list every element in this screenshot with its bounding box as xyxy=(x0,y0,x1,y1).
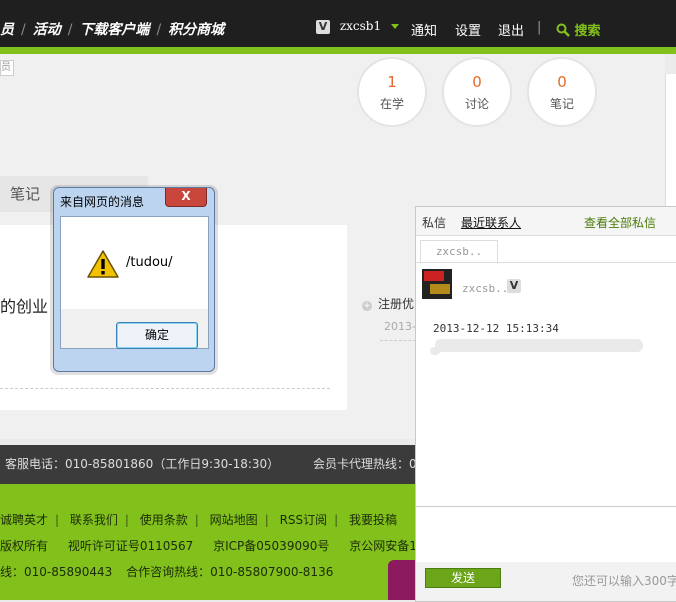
vip-badge-icon: V xyxy=(507,279,521,293)
divider xyxy=(416,262,676,263)
dialog-title: 来自网页的消息 xyxy=(60,195,145,209)
divider xyxy=(0,388,330,389)
footer-hotline-row: 线：010-85890443 合作咨询热线：010-85807900-8136 xyxy=(0,563,333,580)
stat-discussion[interactable]: 0 讨论 xyxy=(442,57,512,127)
main-nav: 员 / 活动 / 下载客户端 / 积分商城 xyxy=(0,19,224,39)
footer-link[interactable]: 网站地图 xyxy=(210,513,258,527)
footer: 诚聘英才 | 联系我们 | 使用条款 | 网站地图 | RSS订阅 | 我要投稿 版权所有… xyxy=(0,484,416,600)
pm-title: 私信 xyxy=(422,216,447,230)
dialog-message: /tudou/ xyxy=(126,255,173,270)
ok-button[interactable]: 确定 xyxy=(116,322,198,349)
warning-icon xyxy=(87,250,119,278)
plus-icon: + xyxy=(362,301,372,311)
send-button[interactable]: 发送 xyxy=(425,568,501,588)
register-date: 2013- xyxy=(384,320,416,333)
nav-separator: / xyxy=(67,22,73,38)
stat-notes[interactable]: 0 笔记 xyxy=(527,57,597,127)
stat-studying[interactable]: 1 在学 xyxy=(357,57,427,127)
service-bar: 客服电话：010-85801860（工作日9:30-18:30） 会员卡代理热线… xyxy=(0,445,416,484)
footer-text: 京ICP备05039090号 xyxy=(213,539,330,553)
nav-item-download-client[interactable]: 下载客户端 xyxy=(79,22,149,38)
stat-notes-value: 0 xyxy=(557,73,567,91)
footer-link[interactable]: 诚聘英才 xyxy=(0,513,48,527)
dialog-body: /tudou/ 确定 xyxy=(60,216,209,349)
top-nav-accent-stripe xyxy=(0,47,676,54)
nav-item-member[interactable]: 员 xyxy=(0,22,14,38)
close-button[interactable]: X xyxy=(165,188,207,207)
side-panel xyxy=(665,74,676,224)
register-item[interactable]: + 注册优 xyxy=(362,295,414,312)
pm-header: 私信 最近联系人 查看全部私信 xyxy=(416,207,676,236)
search-icon xyxy=(556,23,570,37)
settings-link[interactable]: 设置 xyxy=(455,20,481,39)
stat-notes-label: 笔记 xyxy=(549,97,574,111)
message-bubble xyxy=(435,339,643,352)
contact-name[interactable]: zxcsb.. xyxy=(462,282,508,295)
footer-links: 诚聘英才 | 联系我们 | 使用条款 | 网站地图 | RSS订阅 | 我要投稿 xyxy=(0,513,398,527)
contact-tab[interactable]: zxcsb.. xyxy=(420,240,498,264)
stat-discussion-value: 0 xyxy=(472,73,482,91)
nav-item-activity[interactable]: 活动 xyxy=(33,22,61,38)
nav-separator: / xyxy=(156,22,162,38)
vip-badge-icon: V xyxy=(316,19,330,34)
logout-link[interactable]: 退出 xyxy=(498,20,524,39)
divider xyxy=(380,340,416,341)
footer-link[interactable]: 使用条款 xyxy=(140,513,188,527)
char-count: 您还可以输入300字 xyxy=(572,574,676,588)
nav-item-points-mall[interactable]: 积分商城 xyxy=(168,22,224,38)
recent-contacts-link[interactable]: 最近联系人 xyxy=(461,214,521,231)
search-link[interactable]: 搜索 xyxy=(556,20,601,39)
message-input[interactable] xyxy=(416,506,676,562)
avatar[interactable] xyxy=(422,269,452,299)
pm-footer: 发送 您还可以输入300字 xyxy=(416,562,676,601)
nav-separator: / xyxy=(21,22,26,38)
footer-text: 京公网安备1101050 xyxy=(349,539,416,553)
private-message-panel: 私信 最近联系人 查看全部私信 zxcsb.. zxcsb.. V 2013-1… xyxy=(415,206,676,602)
footer-link[interactable]: 我要投稿 xyxy=(349,513,397,527)
floating-widget[interactable] xyxy=(388,560,416,600)
agent-hotline: 会员卡代理热线：010 xyxy=(313,457,416,471)
footer-text: 线：010-85890443 xyxy=(0,565,113,579)
stat-studying-value: 1 xyxy=(387,73,397,91)
footer-license-row: 版权所有 视听许可证号0110567 京ICP备05039090号 京公网安备1… xyxy=(0,537,416,554)
alert-dialog: 来自网页的消息 X /tudou/ 确定 xyxy=(53,187,215,372)
footer-text: 视听许可证号0110567 xyxy=(67,539,194,553)
view-all-messages-link[interactable]: 查看全部私信 xyxy=(584,214,656,231)
service-hotline: 客服电话：010-85801860（工作日9:30-18:30） xyxy=(5,457,280,471)
chevron-down-icon[interactable] xyxy=(390,24,399,29)
nav-divider: | xyxy=(537,20,542,35)
footer-link[interactable]: 联系我们 xyxy=(70,513,118,527)
footer-text: 版权所有 xyxy=(0,539,49,553)
search-label: 搜索 xyxy=(574,24,601,39)
register-item-label: 注册优 xyxy=(378,297,415,311)
breadcrumb: 员 xyxy=(0,60,14,76)
footer-text: 合作咨询热线：010-85807900-8136 xyxy=(126,565,334,579)
notifications-link[interactable]: 通知 xyxy=(411,20,437,39)
course-title[interactable]: 的创业 xyxy=(0,293,48,317)
user-menu[interactable]: V zxcsb1 xyxy=(316,19,399,34)
stat-discussion-label: 讨论 xyxy=(464,97,489,111)
stat-studying-label: 在学 xyxy=(379,97,404,111)
message-timestamp: 2013-12-12 15:13:34 xyxy=(433,322,559,335)
username[interactable]: zxcsb1 xyxy=(340,19,381,33)
footer-link[interactable]: RSS订阅 xyxy=(280,513,328,527)
